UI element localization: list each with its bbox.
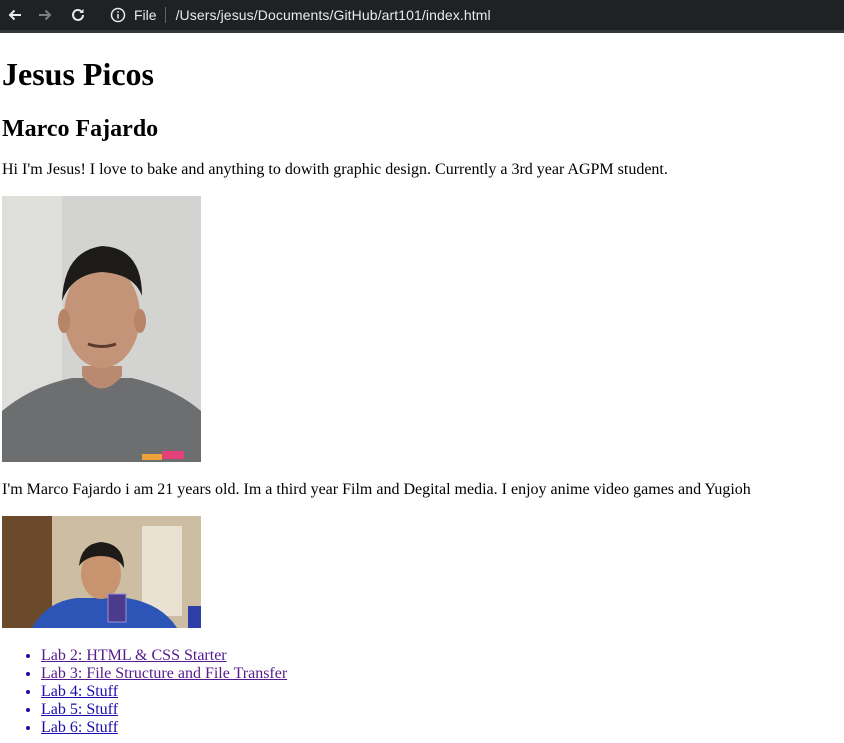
address-bar[interactable]: File /Users/jesus/Documents/GitHub/art10… [104, 3, 844, 27]
lab-6-link[interactable]: Lab 6: Stuff [41, 719, 118, 736]
lab-5-link[interactable]: Lab 5: Stuff [41, 701, 118, 718]
lab-4-link[interactable]: Lab 4: Stuff [41, 683, 118, 700]
bio-marco: I'm Marco Fajardo i am 21 years old. Im … [2, 481, 751, 498]
list-item: Lab 3: File Structure and File Transfer [41, 665, 287, 683]
page-title: Jesus Picos [2, 56, 154, 92]
bio-jesus: Hi I'm Jesus! I love to bake and anythin… [2, 161, 668, 178]
lab-3-link[interactable]: Lab 3: File Structure and File Transfer [41, 665, 287, 682]
lab-2-link[interactable]: Lab 2: HTML & CSS Starter [41, 647, 227, 664]
list-item: Lab 5: Stuff [41, 701, 287, 719]
browser-toolbar: File /Users/jesus/Documents/GitHub/art10… [0, 0, 844, 33]
list-item: Lab 2: HTML & CSS Starter [41, 647, 287, 665]
url-text[interactable]: /Users/jesus/Documents/GitHub/art101/ind… [176, 7, 491, 23]
forward-arrow-icon[interactable] [34, 4, 56, 26]
page-subtitle: Marco Fajardo [2, 116, 159, 142]
list-item: Lab 6: Stuff [41, 719, 287, 737]
scheme-label: File [134, 7, 157, 23]
lab-link-list: Lab 2: HTML & CSS Starter Lab 3: File St… [2, 647, 287, 737]
divider [164, 7, 166, 23]
list-item: Lab 4: Stuff [41, 683, 287, 701]
portrait-photo-jesus [2, 196, 201, 462]
info-icon[interactable] [110, 6, 128, 24]
reload-icon[interactable] [67, 4, 89, 26]
back-arrow-icon[interactable] [4, 4, 26, 26]
portrait-photo-marco [2, 516, 201, 628]
